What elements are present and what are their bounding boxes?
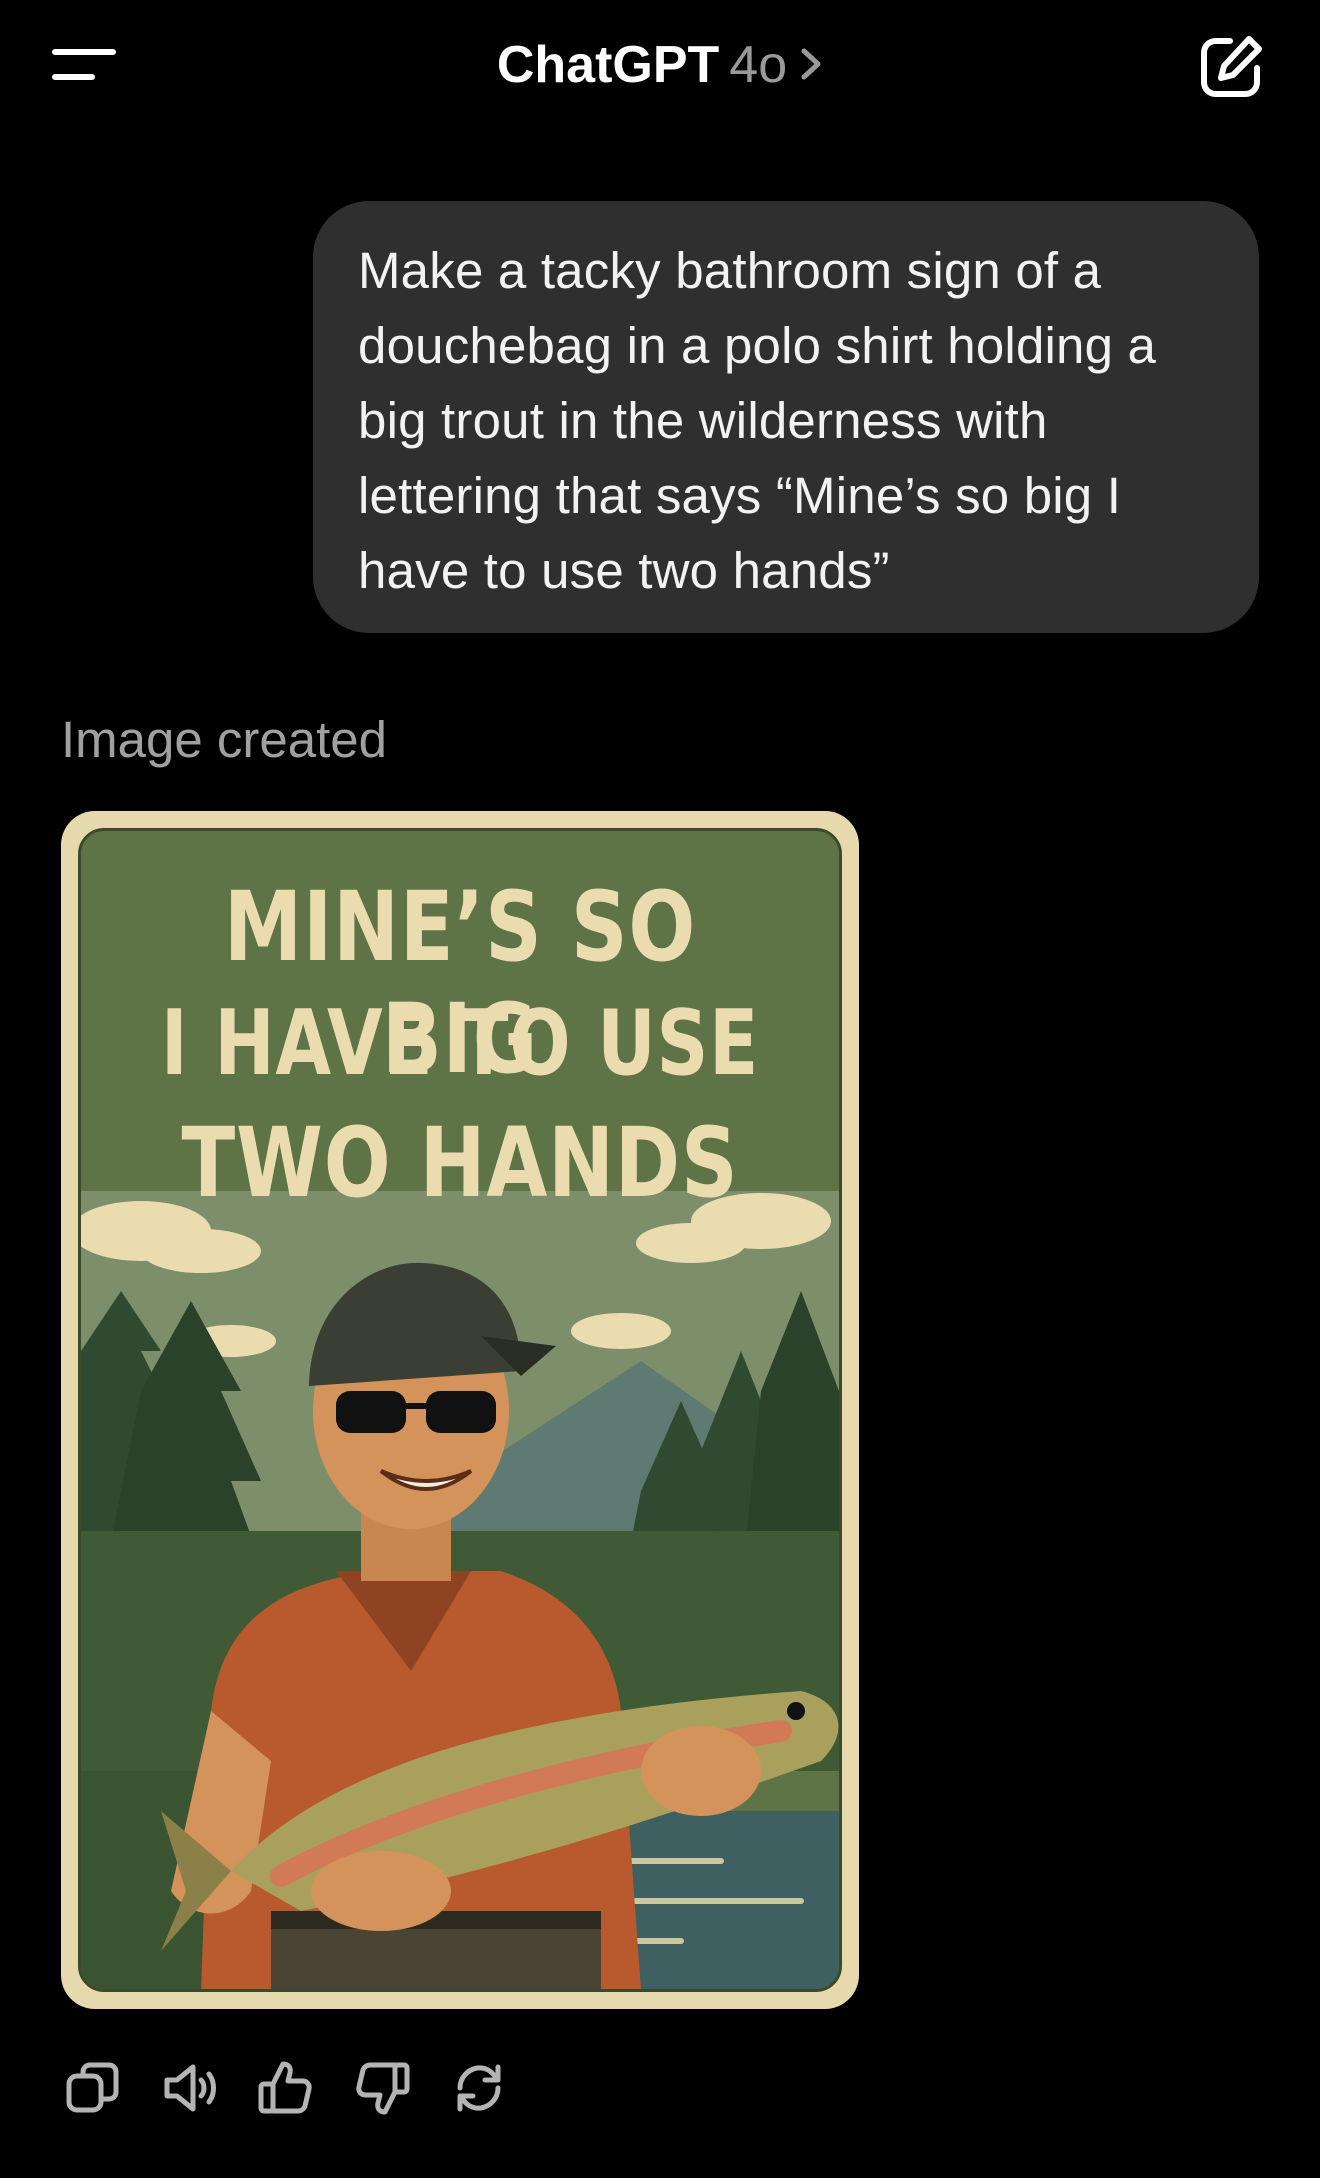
copy-icon: [66, 2062, 119, 2113]
copy-button[interactable]: [63, 2058, 123, 2118]
read-aloud-icon: [164, 2064, 216, 2112]
chevron-right-icon: [801, 48, 821, 80]
image-created-label: Image created: [61, 711, 388, 768]
sign-line-3: TWO HANDS: [181, 1107, 739, 1219]
thumbs-up-button[interactable]: [255, 2058, 315, 2118]
sign-panel: MINE’S SO BIG I HAVE TO USE TWO HANDS: [78, 828, 842, 1992]
app-title: ChatGPT: [496, 36, 720, 94]
regenerate-button[interactable]: [449, 2058, 509, 2118]
thumbs-down-button[interactable]: [353, 2058, 413, 2118]
thumbs-up-icon: [258, 2061, 312, 2114]
model-selector[interactable]: ChatGPT 4o: [0, 30, 1320, 100]
regenerate-icon: [457, 2064, 501, 2112]
read-aloud-button[interactable]: [159, 2058, 219, 2118]
model-name: 4o: [729, 36, 788, 94]
new-chat-icon: [1201, 36, 1262, 97]
user-message: Make a tacky bathroom sign of a doucheba…: [313, 201, 1259, 633]
generated-image[interactable]: MINE’S SO BIG I HAVE TO USE TWO HANDS: [61, 811, 859, 2009]
new-chat-button[interactable]: [1196, 32, 1266, 102]
thumbs-down-icon: [356, 2062, 410, 2115]
sign-line-2: I HAVE TO USE: [160, 991, 760, 1096]
top-bar: ChatGPT 4o: [0, 0, 1320, 135]
